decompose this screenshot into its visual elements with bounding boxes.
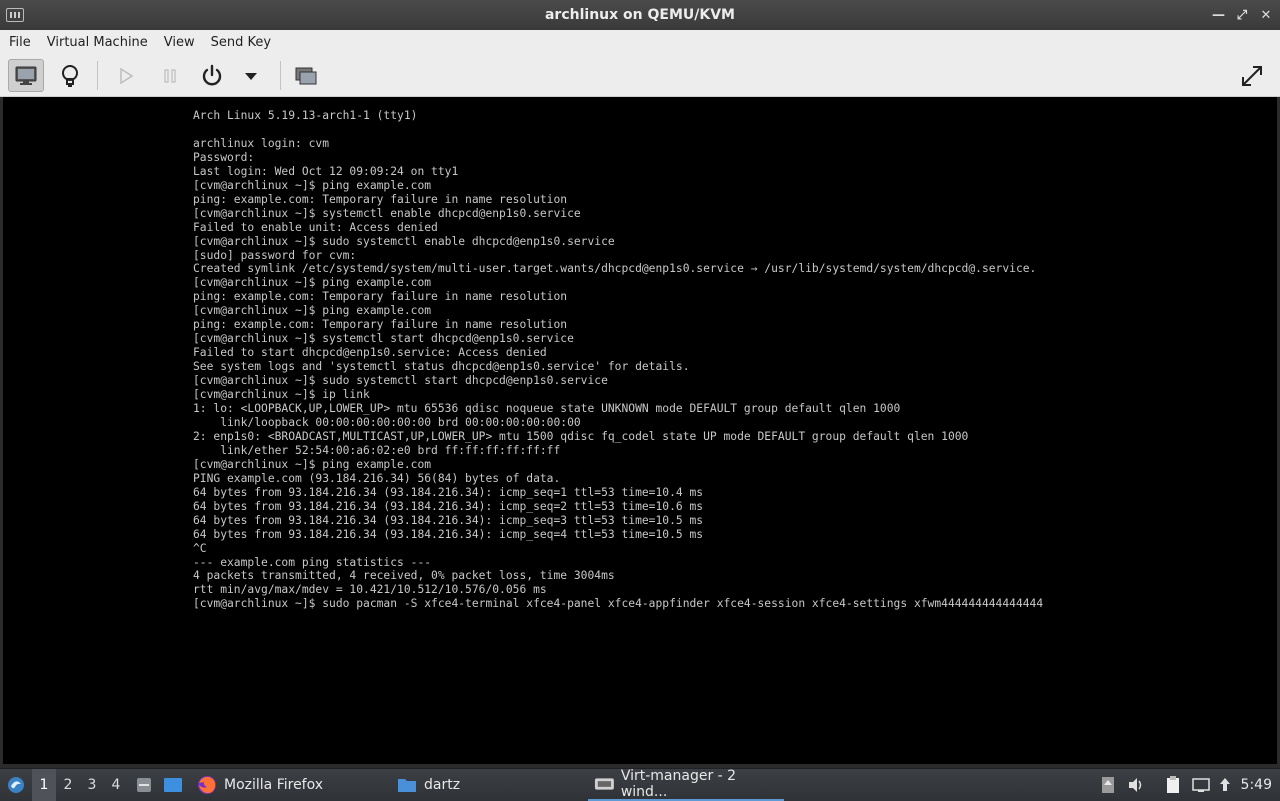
console-line: See system logs and 'systemctl status dh…	[193, 360, 690, 374]
task-firefox[interactable]: Mozilla Firefox	[190, 769, 329, 801]
console-line: [cvm@archlinux ~]$ sudo systemctl enable…	[193, 234, 615, 248]
toolbar	[0, 55, 1280, 97]
console-line: [cvm@archlinux ~]$ sudo pacman -S xfce4-…	[193, 597, 1044, 611]
show-desktop-button[interactable]	[134, 769, 154, 801]
maximize-icon[interactable]: ⤢	[1236, 8, 1248, 23]
workspace-3[interactable]: 3	[80, 769, 104, 801]
show-details-button[interactable]	[52, 59, 88, 92]
console-line: [cvm@archlinux ~]$ ping example.com	[193, 457, 432, 471]
menu-view[interactable]: View	[156, 35, 203, 50]
console-line: [cvm@archlinux ~]$ ping example.com	[193, 304, 432, 318]
console-line: PING example.com (93.184.216.34) 56(84) …	[193, 471, 561, 485]
console-line: 1: lo: <LOOPBACK,UP,LOWER_UP> mtu 65536 …	[193, 402, 901, 416]
console-line: archlinux login: cvm	[193, 136, 330, 150]
snapshots-button[interactable]	[288, 59, 324, 92]
console-line: rtt min/avg/max/mdev = 10.421/10.512/10.…	[193, 583, 547, 597]
console-line: Failed to start dhcpcd@enp1s0.service: A…	[193, 346, 547, 360]
power-manager-icon	[1220, 778, 1230, 791]
power-icon	[202, 64, 222, 85]
console-line: 2: enp1s0: <BROADCAST,MULTICAST,UP,LOWER…	[193, 429, 969, 443]
task-virt-manager[interactable]: Virt-manager - 2 wind...	[588, 768, 784, 801]
chevron-down-icon	[245, 72, 257, 80]
console-line: [cvm@archlinux ~]$ systemctl enable dhcp…	[193, 206, 581, 220]
console-line: link/ether 52:54:00:a6:02:e0 brd ff:ff:f…	[193, 443, 561, 457]
console-line: ping: example.com: Temporary failure in …	[193, 318, 568, 332]
tray-clipboard[interactable]	[1162, 769, 1184, 801]
pause-button[interactable]	[152, 59, 188, 92]
menu-file[interactable]: File	[0, 35, 39, 50]
task-label: Mozilla Firefox	[224, 777, 324, 793]
console-line: ping: example.com: Temporary failure in …	[193, 192, 568, 206]
minimize-icon[interactable]: —	[1212, 8, 1225, 23]
toolbar-separator	[97, 61, 98, 90]
show-console-button[interactable]	[8, 59, 44, 92]
virt-manager-icon	[6, 8, 24, 22]
task-label: dartz	[424, 777, 461, 793]
console-line: [sudo] password for cvm:	[193, 248, 357, 262]
run-button[interactable]	[108, 59, 144, 92]
close-icon[interactable]: ✕	[1260, 8, 1272, 23]
console-line: 64 bytes from 93.184.216.34 (93.184.216.…	[193, 513, 704, 527]
console-line: 64 bytes from 93.184.216.34 (93.184.216.…	[193, 499, 704, 513]
console-line: ^C	[193, 541, 207, 555]
vm-console[interactable]: Arch Linux 5.19.13-arch1-1 (tty1) archli…	[3, 97, 1277, 764]
workspace-2[interactable]: 2	[56, 769, 80, 801]
network-icon	[1192, 778, 1210, 792]
task-dartz[interactable]: dartz	[390, 769, 466, 801]
console-line: Last login: Wed Oct 12 09:09:24 on tty1	[193, 164, 459, 178]
workspace-1[interactable]: 1	[32, 769, 56, 801]
folder-icon	[398, 779, 416, 792]
console-line: 4 packets transmitted, 4 received, 0% pa…	[193, 569, 615, 583]
workspace-4[interactable]: 4	[104, 769, 128, 801]
play-icon	[120, 67, 134, 84]
console-line: [cvm@archlinux ~]$ ip link	[193, 388, 370, 402]
console-line: Created symlink /etc/systemd/system/mult…	[193, 262, 1037, 276]
updates-icon	[1102, 777, 1114, 793]
app-menu-button[interactable]	[4, 769, 28, 801]
shutdown-button[interactable]	[194, 59, 230, 92]
console-line: ping: example.com: Temporary failure in …	[193, 290, 568, 304]
taskbar: 1 2 3 4 Mozilla Firefox dartz Virt-manag…	[0, 768, 1280, 801]
console-line: 64 bytes from 93.184.216.34 (93.184.216.…	[193, 527, 704, 541]
firefox-icon	[198, 776, 216, 794]
screens-icon	[295, 67, 317, 84]
tray-updates[interactable]	[1098, 769, 1118, 801]
console-line: 64 bytes from 93.184.216.34 (93.184.216.…	[193, 485, 704, 499]
app-menu-icon	[8, 777, 24, 793]
menu-send-key[interactable]: Send Key	[203, 35, 279, 50]
clipboard-icon	[1167, 776, 1179, 793]
tray-volume[interactable]	[1126, 769, 1146, 801]
shutdown-menu-button[interactable]	[234, 59, 268, 92]
console-line: Arch Linux 5.19.13-arch1-1 (tty1)	[193, 109, 418, 122]
pause-icon	[164, 68, 176, 83]
tray-network[interactable]	[1190, 769, 1212, 801]
toolbar-separator	[280, 61, 281, 90]
console-line: [cvm@archlinux ~]$ ping example.com	[193, 178, 432, 192]
lightbulb-icon	[62, 64, 78, 87]
virt-manager-icon	[594, 778, 614, 790]
console-line: [cvm@archlinux ~]$ systemctl start dhcpc…	[193, 332, 574, 346]
fullscreen-button[interactable]	[1234, 59, 1270, 92]
console-line: link/loopback 00:00:00:00:00:00 brd 00:0…	[193, 415, 581, 429]
menubar: File Virtual Machine View Send Key	[0, 30, 1280, 56]
window-title: archlinux on QEMU/KVM	[544, 7, 735, 23]
console-line: --- example.com ping statistics ---	[193, 555, 432, 569]
task-label: Virt-manager - 2 wind...	[620, 768, 737, 800]
monitor-icon	[15, 66, 37, 85]
desktop-icon	[164, 778, 182, 792]
window-titlebar[interactable]: archlinux on QEMU/KVM — ⤢ ✕	[0, 0, 1280, 31]
tray-power[interactable]	[1216, 769, 1234, 801]
volume-icon	[1129, 778, 1142, 792]
desktop-launcher[interactable]	[162, 769, 184, 801]
console-line: [cvm@archlinux ~]$ sudo systemctl start …	[193, 374, 608, 388]
fullscreen-icon	[1242, 65, 1262, 86]
console-line: Failed to enable unit: Access denied	[193, 220, 438, 234]
console-output: Arch Linux 5.19.13-arch1-1 (tty1) archli…	[193, 109, 1043, 611]
console-line: [cvm@archlinux ~]$ ping example.com	[193, 276, 432, 290]
clock[interactable]: 5:49	[1241, 769, 1272, 801]
menu-virtual-machine[interactable]: Virtual Machine	[39, 35, 156, 50]
console-line: Password:	[193, 150, 255, 164]
file-manager-icon	[137, 778, 151, 792]
window-controls: — ⤢ ✕	[1212, 0, 1272, 30]
